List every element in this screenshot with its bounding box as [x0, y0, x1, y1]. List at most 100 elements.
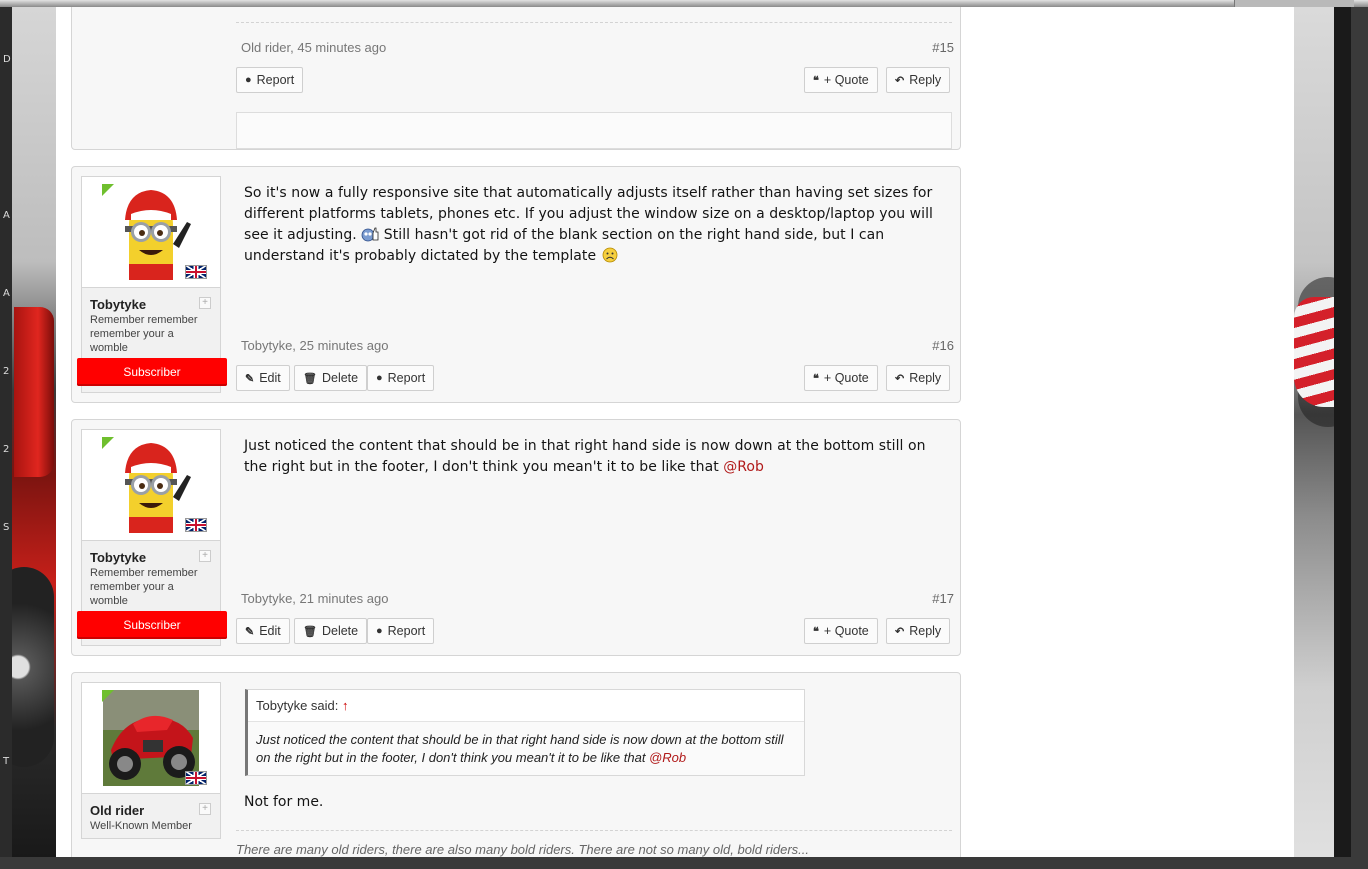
edit-button[interactable]: ✎ Edit — [236, 365, 290, 391]
quote-block: Tobytyke said: ↑ Just noticed the conten… — [245, 689, 805, 776]
window-title-bar — [0, 0, 1368, 7]
quote-icon: ❝ — [813, 625, 819, 638]
edge-letter: A — [3, 288, 10, 299]
quote-text: Just noticed the content that should be … — [248, 722, 804, 775]
post-meta: Old rider, 45 minutes ago #15 — [241, 40, 954, 55]
report-button[interactable]: ● Report — [367, 618, 435, 644]
pencil-icon: ✎ — [245, 625, 255, 638]
arrow-up-icon[interactable]: ↑ — [342, 698, 349, 713]
edit-button[interactable]: ✎ Edit — [236, 618, 290, 644]
edge-letter: A — [3, 210, 10, 221]
plus-box-icon[interactable]: + — [199, 550, 211, 562]
window-controls[interactable] — [1234, 0, 1354, 7]
quote-icon: ❝ — [813, 74, 819, 87]
quote-attribution: Tobytyke said: ↑ — [248, 690, 804, 722]
reply-arrow-icon: ↶ — [895, 372, 905, 385]
window-frame-right — [1351, 7, 1368, 869]
avatar-box[interactable] — [82, 177, 220, 288]
uk-flag-icon — [185, 265, 207, 279]
sad-smiley-icon — [602, 247, 618, 263]
delete-label: Delete — [321, 624, 359, 638]
report-label: Report — [387, 371, 426, 385]
post-18: Old rider + Well-Known Member Tobytyke s… — [71, 672, 961, 857]
reply-arrow-icon: ↶ — [895, 625, 905, 638]
reply-label: Reply — [909, 73, 942, 87]
pencil-icon: ✎ — [245, 372, 255, 385]
trash-icon: 🗑 — [303, 625, 317, 638]
forum-content: Old rider, 45 minutes ago #15 ● Report ❝… — [56, 7, 1294, 857]
post-author-time[interactable]: Tobytyke, 25 minutes ago — [241, 338, 388, 353]
post-16: Tobytyke + Remember remember remember yo… — [71, 166, 961, 403]
post-message: Not for me. — [244, 794, 324, 810]
quote-label: + Quote — [823, 73, 869, 87]
quote-icon: ❝ — [813, 372, 819, 385]
user-signature: There are many old riders, there are als… — [236, 842, 809, 857]
edge-letter: D — [3, 54, 11, 65]
post-meta: Tobytyke, 21 minutes ago #17 — [241, 591, 954, 606]
quote-body-text: Just noticed the content that should be … — [256, 732, 784, 765]
delete-button[interactable]: 🗑 Delete — [294, 365, 368, 391]
post-message: Just noticed the content that should be … — [244, 436, 944, 478]
online-indicator — [102, 184, 114, 196]
online-indicator — [102, 690, 114, 702]
avatar-box[interactable] — [82, 683, 220, 794]
post-author-time[interactable]: Old rider, 45 minutes ago — [241, 40, 386, 55]
post-number[interactable]: #16 — [932, 338, 954, 353]
user-title: Well-Known Member — [90, 820, 192, 832]
post-author-time[interactable]: Tobytyke, 21 minutes ago — [241, 591, 388, 606]
user-mention-link[interactable]: @Rob — [723, 459, 764, 475]
subscriber-badge: Subscriber — [77, 358, 227, 386]
avatar-box[interactable] — [82, 430, 220, 541]
user-mention-link[interactable]: @Rob — [649, 750, 686, 765]
uk-flag-icon — [185, 518, 207, 532]
edge-letter: T — [3, 756, 10, 767]
delete-label: Delete — [321, 371, 359, 385]
edge-letter: 2 — [3, 444, 10, 455]
thumbs-up-smiley-icon — [361, 227, 379, 242]
plus-box-icon[interactable]: + — [199, 803, 211, 815]
background-motorcycle-image — [12, 7, 56, 857]
trash-icon: 🗑 — [303, 372, 317, 385]
edit-label: Edit — [259, 624, 281, 638]
reply-label: Reply — [909, 624, 942, 638]
post-number[interactable]: #17 — [932, 591, 954, 606]
signature-divider — [236, 830, 952, 831]
message-text: Just noticed the content that should be … — [244, 438, 926, 475]
background-window-edge: D A A 2 2 S T — [0, 7, 12, 869]
quote-button[interactable]: ❝ + Quote — [804, 67, 878, 93]
delete-button[interactable]: 🗑 Delete — [294, 618, 368, 644]
report-button[interactable]: ● Report — [236, 67, 304, 93]
reply-button[interactable]: ↶ Reply — [886, 618, 951, 644]
edge-letter: S — [3, 522, 10, 533]
quote-label: + Quote — [823, 624, 869, 638]
quick-reply-box[interactable] — [236, 112, 952, 149]
online-indicator — [102, 437, 114, 449]
subscriber-badge: Subscriber — [77, 611, 227, 639]
report-label: Report — [256, 73, 295, 87]
quote-label: + Quote — [823, 371, 869, 385]
post-15: Old rider, 45 minutes ago #15 ● Report ❝… — [71, 7, 961, 150]
window-frame-bottom — [0, 857, 1368, 869]
post-meta: Tobytyke, 25 minutes ago #16 — [241, 338, 954, 353]
reply-button[interactable]: ↶ Reply — [886, 365, 951, 391]
report-button[interactable]: ● Report — [367, 365, 435, 391]
exclamation-circle-icon: ● — [376, 625, 383, 637]
plus-box-icon[interactable]: + — [199, 297, 211, 309]
quote-button[interactable]: ❝ + Quote — [804, 618, 878, 644]
background-track-image — [1294, 7, 1334, 857]
post-17: Tobytyke + Remember remember remember yo… — [71, 419, 961, 656]
user-card: Old rider + Well-Known Member — [81, 682, 221, 839]
post-number[interactable]: #15 — [932, 40, 954, 55]
exclamation-circle-icon: ● — [245, 74, 252, 86]
user-card: Tobytyke + Remember remember remember yo… — [77, 429, 227, 646]
quote-author[interactable]: Tobytyke said: — [256, 698, 338, 713]
user-title: Remember remember remember your a womble — [90, 567, 198, 607]
post-message: So it's now a fully responsive site that… — [244, 183, 944, 267]
edge-letter: 2 — [3, 366, 10, 377]
quote-button[interactable]: ❝ + Quote — [804, 365, 878, 391]
reply-arrow-icon: ↶ — [895, 74, 905, 87]
exclamation-circle-icon: ● — [376, 372, 383, 384]
edit-label: Edit — [259, 371, 281, 385]
report-label: Report — [387, 624, 426, 638]
reply-button[interactable]: ↶ Reply — [886, 67, 951, 93]
